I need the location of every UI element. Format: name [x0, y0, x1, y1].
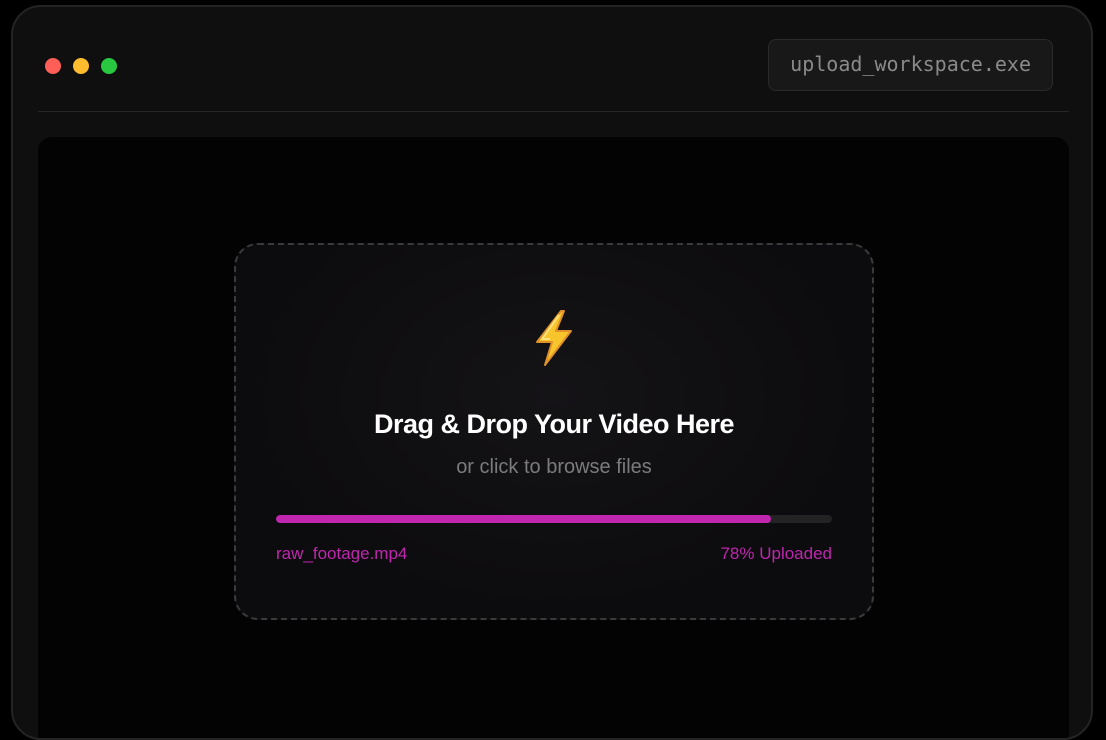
- upload-progress-bar: [276, 515, 832, 523]
- close-window-button[interactable]: [45, 58, 61, 74]
- upload-status: 78% Uploaded: [720, 544, 832, 563]
- minimize-window-button[interactable]: [73, 58, 89, 74]
- title-bar: upload_workspace.exe: [13, 7, 1091, 113]
- upload-workspace: Drag & Drop Your Video Here or click to …: [38, 137, 1069, 738]
- browse-files-link[interactable]: or click to browse files: [236, 456, 872, 479]
- maximize-window-button[interactable]: [101, 58, 117, 74]
- lightning-bolt-icon: [236, 309, 872, 369]
- video-dropzone[interactable]: Drag & Drop Your Video Here or click to …: [234, 243, 874, 620]
- file-name: raw_footage.mp4: [276, 544, 408, 563]
- title-bar-divider: [38, 111, 1069, 112]
- app-window: upload_workspace.exe Drag & Drop Your Vi…: [11, 5, 1093, 740]
- upload-progress-fill: [276, 515, 771, 523]
- dropzone-title: Drag & Drop Your Video Here: [373, 409, 735, 439]
- window-title: upload_workspace.exe: [768, 39, 1053, 91]
